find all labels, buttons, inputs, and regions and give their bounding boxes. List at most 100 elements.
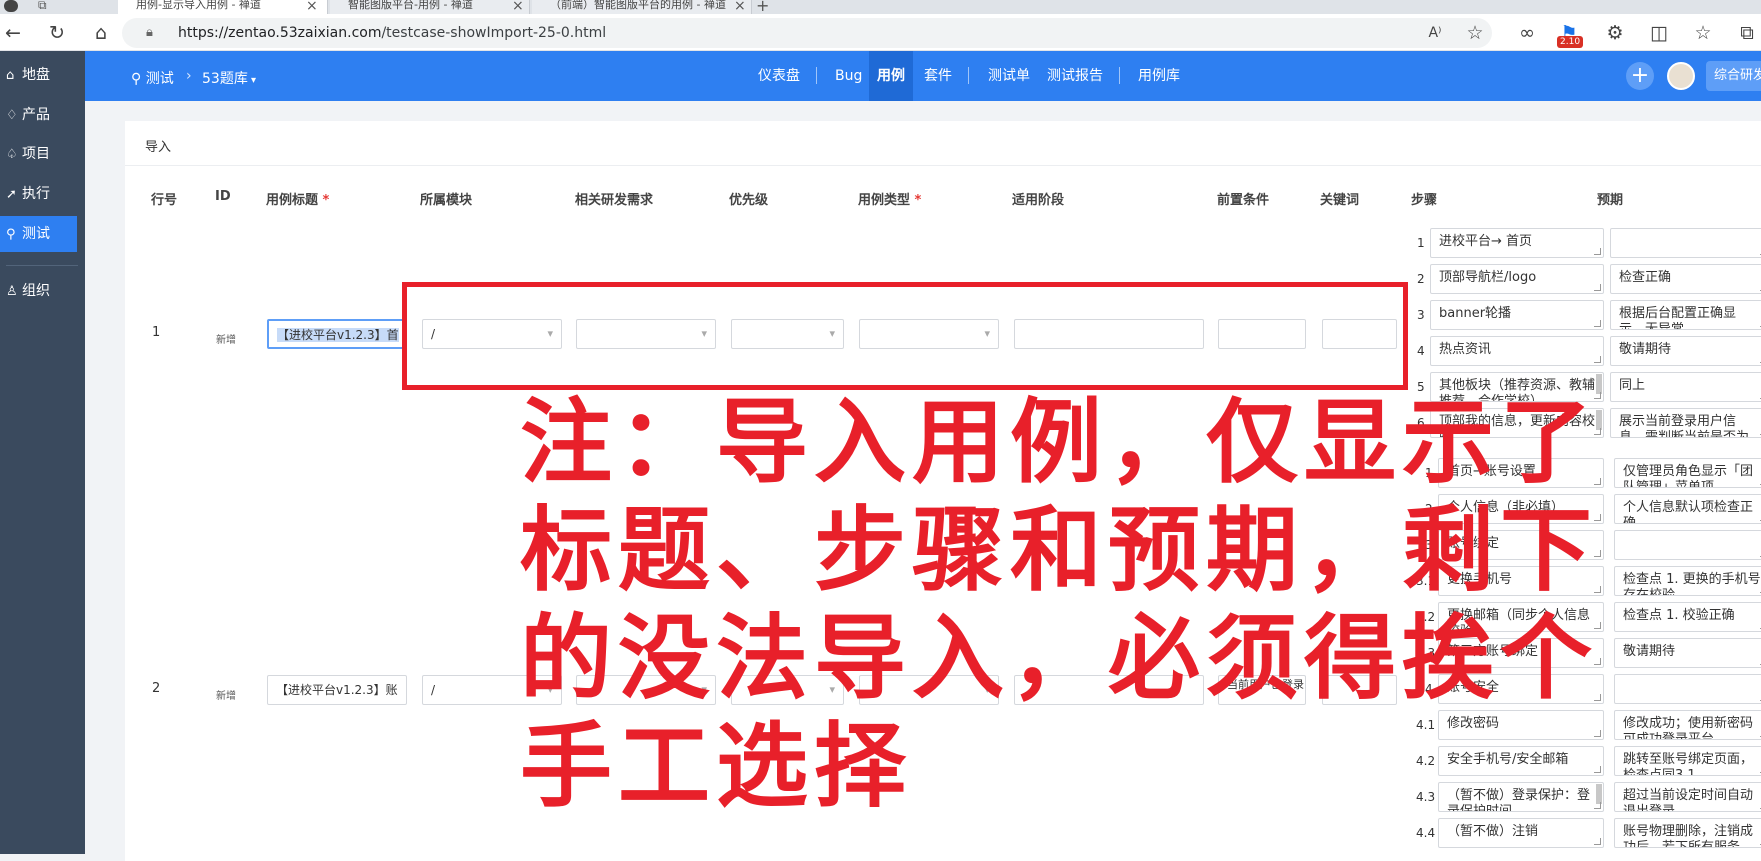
- required-mark: *: [322, 193, 330, 208]
- lightbulb-icon: ♢: [6, 108, 18, 123]
- url-text[interactable]: https://zentao.53zaixian.com/testcase-sh…: [178, 25, 606, 41]
- search-icon: ⚲: [6, 227, 16, 242]
- panel-divider: [125, 165, 1761, 166]
- reload-icon[interactable]: ↻: [44, 20, 70, 46]
- breadcrumb-root[interactable]: ⚲ 测试: [131, 68, 174, 88]
- url-path: /testcase-showImport-25-0.html: [381, 25, 607, 41]
- tab-group-icon[interactable]: ⧉: [38, 0, 47, 13]
- col-priority: 优先级: [729, 193, 769, 208]
- nav-testtask[interactable]: 测试单: [980, 51, 1038, 101]
- avatar[interactable]: [1667, 62, 1695, 90]
- col-steps: 步骤: [1411, 193, 1438, 208]
- nav-suite[interactable]: 套件: [916, 51, 960, 101]
- home-icon[interactable]: ⌂: [88, 20, 114, 46]
- nav-bug[interactable]: Bug: [827, 51, 870, 101]
- rocket-icon: ➚: [6, 187, 17, 202]
- star-icon[interactable]: ☆: [1462, 20, 1488, 46]
- nav-separator: [816, 67, 817, 84]
- close-icon[interactable]: ×: [512, 0, 524, 14]
- row-number: 2: [152, 681, 161, 696]
- nav-separator: [968, 67, 969, 84]
- org-switch-button[interactable]: 综合研发: [1706, 61, 1761, 91]
- browser-tab-label: 智能图版平台-用例 - 禅道: [348, 0, 473, 11]
- panel-title: 导入: [145, 140, 172, 155]
- annotation-text: 注：导入用例，仅显示了标题、步骤和预期，剩下的没法导入，必须得挨个手工选择: [520, 388, 1599, 820]
- step-input[interactable]: 顶部导航栏/logo: [1430, 264, 1604, 294]
- col-title: 用例标题 *: [266, 189, 329, 208]
- close-icon[interactable]: ×: [306, 0, 318, 14]
- sidebar-item-test[interactable]: ⚲ 测试: [0, 216, 77, 252]
- browser-profile-icon[interactable]: [4, 0, 18, 12]
- split-screen-icon[interactable]: ◫: [1646, 20, 1672, 46]
- row-number: 1: [152, 325, 161, 340]
- sidebar-divider: [6, 265, 78, 266]
- browser-tab-1[interactable]: 用例-显示导入用例 - 禅道: [118, 0, 328, 14]
- url-host: https://zentao.53zaixian.com: [178, 25, 382, 41]
- row-id-new: 新增: [216, 335, 236, 346]
- expect-input[interactable]: [1610, 228, 1761, 258]
- title-input[interactable]: 【进校平台v1.2.3】首: [267, 319, 407, 349]
- sidebar-item-dashboard[interactable]: ⌂ 地盘: [0, 57, 85, 93]
- breadcrumb-library[interactable]: 53题库 ▾: [202, 68, 256, 88]
- step-input[interactable]: 进校平台→ 首页: [1430, 228, 1604, 258]
- expect-input[interactable]: 敬请期待: [1610, 336, 1761, 366]
- row-id-new: 新增: [216, 691, 236, 702]
- sidebar-item-org[interactable]: ♙ 组织: [0, 273, 85, 309]
- browser-tab-label: （前端）智能图版平台的用例 - 禅道: [550, 0, 726, 11]
- expect-input[interactable]: 根据后台配置正确显示，无异常: [1610, 300, 1761, 330]
- project-icon: ♤: [6, 147, 18, 162]
- close-icon[interactable]: ×: [734, 0, 746, 14]
- expect-input[interactable]: 检查正确: [1610, 264, 1761, 294]
- annotation-highlight-box: [402, 282, 1408, 390]
- browser-tab-label: 用例-显示导入用例 - 禅道: [136, 0, 261, 11]
- required-mark: *: [914, 193, 922, 208]
- col-keywords: 关键词: [1320, 193, 1360, 208]
- title-input-value: 【进校平台v1.2.3】首: [277, 328, 399, 342]
- col-story: 相关研发需求: [575, 193, 654, 208]
- sidebar-item-product[interactable]: ♢ 产品: [0, 97, 85, 133]
- col-type: 用例类型 *: [858, 189, 921, 208]
- sidebar-item-label: 组织: [22, 283, 50, 299]
- sidebar-item-label: 项目: [22, 146, 50, 162]
- chevron-down-icon: ▾: [247, 75, 257, 86]
- nav-testcase[interactable]: 用例: [869, 51, 913, 101]
- step-input[interactable]: （暂不做）注销: [1438, 818, 1604, 848]
- nav-dashboard[interactable]: 仪表盘: [750, 51, 808, 101]
- breadcrumb-root-label: 测试: [145, 71, 174, 87]
- read-aloud-icon[interactable]: A⁾: [1422, 20, 1448, 46]
- chevron-right-icon: ›: [186, 68, 192, 84]
- sidebar-item-label: 产品: [22, 107, 50, 123]
- col-title-label: 用例标题: [266, 193, 319, 208]
- nav-testreport[interactable]: 测试报告: [1039, 51, 1111, 101]
- sidebar-item-label: 执行: [22, 186, 50, 202]
- favorites-icon[interactable]: ☆: [1690, 20, 1716, 46]
- col-precondition: 前置条件: [1217, 193, 1270, 208]
- step-input[interactable]: banner轮播: [1430, 300, 1604, 330]
- sidebar-item-execution[interactable]: ➚ 执行: [0, 176, 85, 212]
- browser-tab-3[interactable]: （前端）智能图版平台的用例 - 禅道: [532, 0, 752, 14]
- new-tab-icon[interactable]: +: [756, 0, 769, 15]
- col-row-number: 行号: [151, 193, 178, 208]
- browser-tab-2[interactable]: 智能图版平台-用例 - 禅道: [330, 0, 530, 14]
- infinity-icon[interactable]: ∞: [1514, 20, 1540, 46]
- site-info-icon[interactable]: 🔒︎: [146, 25, 153, 40]
- plus-icon[interactable]: +: [1626, 62, 1654, 90]
- sidebar-item-label: 地盘: [22, 67, 50, 83]
- col-type-label: 用例类型: [858, 193, 911, 208]
- extensions-icon[interactable]: ⚙: [1602, 20, 1628, 46]
- step-number: 4.4: [1416, 826, 1436, 840]
- nav-separator: [1119, 67, 1120, 84]
- sidebar-item-project[interactable]: ♤ 项目: [0, 136, 85, 172]
- back-arrow-icon[interactable]: ←: [0, 20, 26, 46]
- user-icon: ♙: [6, 284, 18, 299]
- col-expect: 预期: [1597, 193, 1624, 208]
- step-input[interactable]: 热点资讯: [1430, 336, 1604, 366]
- title-input[interactable]: 【进校平台v1.2.3】账: [267, 675, 407, 705]
- col-stage: 适用阶段: [1012, 193, 1065, 208]
- col-module: 所属模块: [420, 193, 473, 208]
- collections-icon[interactable]: ⧉: [1734, 20, 1760, 46]
- expect-input[interactable]: 账号物理删除，注销成功后，若下所有服务: [1614, 818, 1761, 848]
- nav-caselib[interactable]: 用例库: [1130, 51, 1188, 101]
- breadcrumb-library-label: 53题库: [202, 71, 248, 87]
- extension-badge: 2.10: [1557, 36, 1584, 48]
